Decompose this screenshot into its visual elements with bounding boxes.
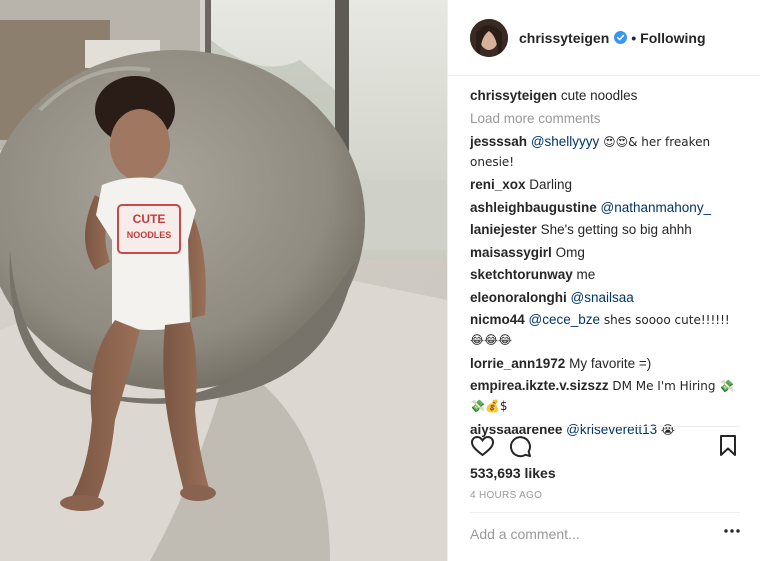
verified-badge-icon bbox=[614, 31, 628, 44]
comment-text: She's getting so big ahhh bbox=[540, 222, 692, 237]
comment-username[interactable]: jessssah bbox=[470, 134, 527, 149]
comment-text: Darling bbox=[529, 177, 573, 192]
comment-mention[interactable]: @snailsaa bbox=[571, 290, 634, 305]
post-timestamp[interactable]: 4 HOURS AGO bbox=[470, 490, 542, 501]
caption: chrissyteigen cute noodles bbox=[470, 86, 742, 105]
bookmark-icon[interactable] bbox=[718, 434, 738, 458]
post-photo[interactable]: CUTE NOODLES bbox=[0, 0, 447, 561]
list-item: jessssah @shellyyyy 😍😍& her freaken ones… bbox=[470, 132, 742, 172]
post-photo-image: CUTE NOODLES bbox=[0, 0, 447, 561]
heart-icon[interactable] bbox=[470, 434, 495, 458]
following-button[interactable]: Following bbox=[640, 30, 705, 46]
avatar-image bbox=[470, 18, 508, 57]
add-comment-input[interactable] bbox=[470, 526, 700, 542]
post-actions bbox=[470, 434, 740, 460]
header-separator: • bbox=[631, 29, 637, 46]
caption-text: cute noodles bbox=[560, 88, 638, 103]
post-details-panel: chrissyteigen • Following chrissyteigen … bbox=[447, 0, 760, 561]
comment-username[interactable]: sketchtorunway bbox=[470, 267, 573, 282]
list-item: ashleighbaugustine @nathanmahony_ bbox=[470, 198, 742, 217]
comment-text: My favorite =) bbox=[569, 355, 652, 371]
more-options-icon[interactable] bbox=[724, 528, 740, 534]
post-author-username[interactable]: chrissyteigen bbox=[519, 30, 609, 46]
comment-mention[interactable]: @cece_bze bbox=[529, 312, 601, 327]
comment-list: chrissyteigen cute noodles Load more com… bbox=[470, 86, 742, 443]
divider bbox=[470, 512, 740, 513]
like-count[interactable]: 533,693 likes bbox=[470, 465, 556, 481]
comment-mention[interactable]: @shellyyyy bbox=[531, 134, 599, 149]
post-header: chrissyteigen • Following bbox=[448, 0, 760, 76]
comment-username[interactable]: laniejester bbox=[470, 222, 537, 237]
onesie-text-top: CUTE bbox=[133, 212, 166, 226]
avatar[interactable] bbox=[470, 18, 508, 57]
comment-icon[interactable] bbox=[508, 434, 533, 458]
list-item: lorrie_ann1972 My favorite =) bbox=[470, 354, 742, 373]
list-item: nicmo44 @cece_bze shes soooo cute!!!!!! … bbox=[470, 310, 742, 350]
comment-username[interactable]: maisassygirl bbox=[470, 245, 552, 260]
caption-username[interactable]: chrissyteigen bbox=[470, 88, 557, 103]
comment-username[interactable]: reni_xox bbox=[470, 177, 526, 192]
comment-text: Omg bbox=[555, 244, 585, 260]
comment-text: me bbox=[576, 267, 596, 282]
comment-username[interactable]: ashleighbaugustine bbox=[470, 200, 597, 215]
comment-username[interactable]: empirea.ikzte.v.sizszz bbox=[470, 378, 609, 393]
load-more-comments-link[interactable]: Load more comments bbox=[470, 109, 742, 128]
onesie-text-bottom: NOODLES bbox=[127, 230, 172, 240]
list-item: eleonoralonghi @snailsaa bbox=[470, 288, 742, 307]
comment-username[interactable]: eleonoralonghi bbox=[470, 290, 567, 305]
list-item: empirea.ikzte.v.sizszz DM Me I'm Hiring … bbox=[470, 376, 742, 416]
comment-mention[interactable]: @nathanmahony_ bbox=[601, 200, 712, 215]
list-item: laniejester She's getting so big ahhh bbox=[470, 220, 742, 239]
list-item: sketchtorunway me bbox=[470, 265, 742, 284]
comment-username[interactable]: nicmo44 bbox=[470, 312, 525, 327]
comment-username[interactable]: lorrie_ann1972 bbox=[470, 356, 565, 371]
divider bbox=[470, 426, 740, 427]
list-item: reni_xox Darling bbox=[470, 175, 742, 194]
list-item: maisassygirl Omg bbox=[470, 243, 742, 262]
